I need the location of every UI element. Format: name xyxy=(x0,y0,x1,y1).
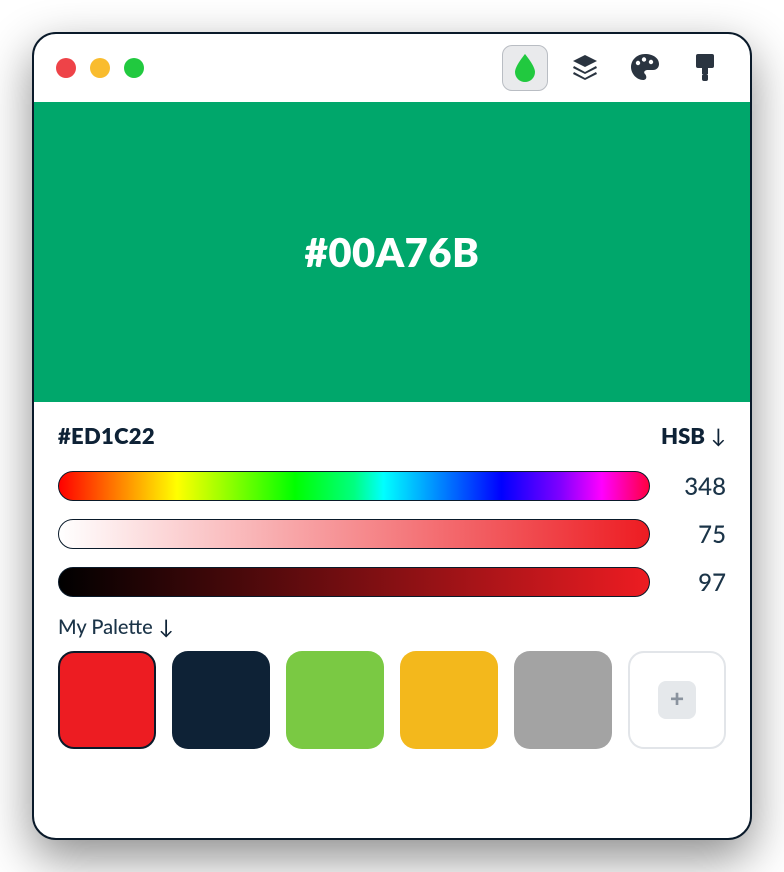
saturation-slider[interactable] xyxy=(58,519,650,549)
add-swatch-button[interactable]: + xyxy=(628,651,726,749)
saturation-value[interactable]: 75 xyxy=(668,520,726,549)
palette-swatches: + xyxy=(58,651,726,749)
drop-icon xyxy=(513,52,537,85)
palette-tool-button[interactable] xyxy=(622,45,668,91)
titlebar xyxy=(34,34,750,102)
close-window-button[interactable] xyxy=(56,58,76,78)
palette-swatch[interactable] xyxy=(400,651,498,749)
zoom-window-button[interactable] xyxy=(124,58,144,78)
layers-tool-button[interactable] xyxy=(562,45,608,91)
hue-slider[interactable] xyxy=(58,471,650,501)
chevron-down-icon: ↓ xyxy=(159,615,174,639)
current-hex-label[interactable]: #ED1C22 xyxy=(58,422,155,449)
color-mode-selector[interactable]: HSB ↓ xyxy=(661,422,726,449)
palette-selector[interactable]: My Palette ↓ xyxy=(58,615,726,639)
hex-mode-row: #ED1C22 HSB ↓ xyxy=(58,422,726,449)
palette-swatch[interactable] xyxy=(514,651,612,749)
palette-swatch[interactable] xyxy=(58,651,156,749)
palette-swatch[interactable] xyxy=(286,651,384,749)
hue-slider-row: 348 xyxy=(58,471,726,501)
brightness-value[interactable]: 97 xyxy=(668,568,726,597)
color-preview: #00A76B xyxy=(34,102,750,402)
chevron-down-icon: ↓ xyxy=(711,424,726,448)
mode-label-text: HSB xyxy=(661,422,705,449)
brush-icon xyxy=(692,52,718,85)
color-picker-window: #00A76B #ED1C22 HSB ↓ 348 75 97 My Palet… xyxy=(32,32,752,840)
brightness-slider-row: 97 xyxy=(58,567,726,597)
brush-tool-button[interactable] xyxy=(682,45,728,91)
eyedropper-tool-button[interactable] xyxy=(502,45,548,91)
preview-hex-label: #00A76B xyxy=(305,228,480,276)
toolbar xyxy=(502,45,728,91)
window-controls xyxy=(56,58,144,78)
palette-swatch[interactable] xyxy=(172,651,270,749)
saturation-slider-row: 75 xyxy=(58,519,726,549)
minimize-window-button[interactable] xyxy=(90,58,110,78)
plus-icon: + xyxy=(658,681,696,719)
layers-icon xyxy=(570,52,600,85)
palette-icon xyxy=(629,52,661,85)
palette-label-text: My Palette xyxy=(58,615,153,639)
hue-value[interactable]: 348 xyxy=(668,472,726,501)
brightness-slider[interactable] xyxy=(58,567,650,597)
controls-panel: #ED1C22 HSB ↓ 348 75 97 My Palette ↓ + xyxy=(34,402,750,773)
